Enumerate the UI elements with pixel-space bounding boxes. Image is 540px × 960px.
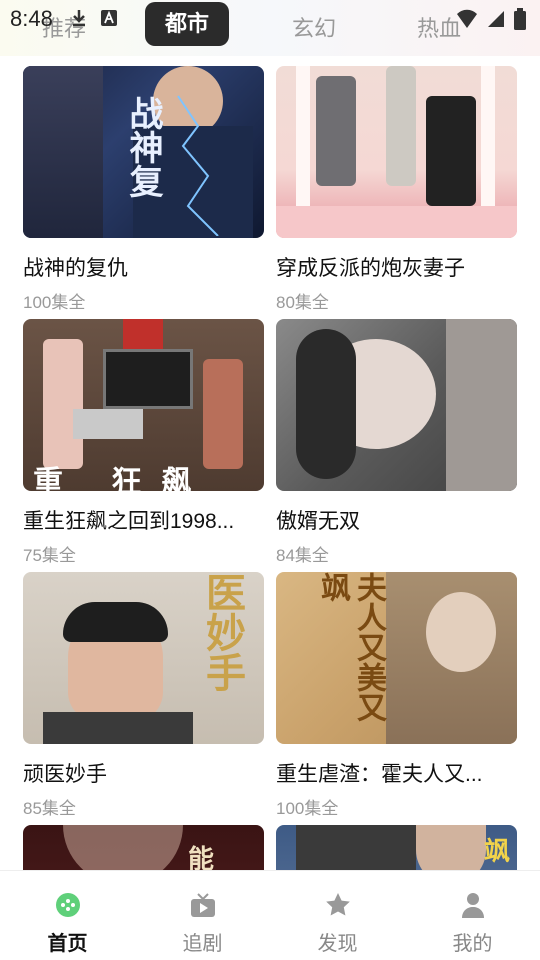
nav-following-label: 追剧 <box>182 933 223 955</box>
user-icon <box>461 893 484 918</box>
drama-title[interactable]: 傲婿无双 <box>276 505 517 535</box>
episode-count: 85集全 <box>23 799 76 818</box>
poster-text: 医妙手 <box>200 572 244 692</box>
battery-icon <box>514 8 526 30</box>
wifi-icon <box>457 9 477 28</box>
episode-count: 84集全 <box>276 546 329 565</box>
signal-icon <box>488 11 504 27</box>
download-icon <box>73 10 85 27</box>
nav-home[interactable]: 首页 <box>0 871 135 960</box>
nav-profile-label: 我的 <box>452 933 493 955</box>
drama-card[interactable]: 穿成反派的炮灰妻子 80集全 <box>276 66 517 313</box>
drama-poster[interactable]: 夫人又美又飒 <box>276 572 517 744</box>
episode-count: 100集全 <box>276 799 339 818</box>
status-bar: 8:48 <box>0 0 540 36</box>
drama-card[interactable]: 战神复 战神的复仇 100集全 <box>23 66 264 313</box>
poster-text: 重 狂飙 <box>33 466 212 491</box>
drama-title[interactable]: 重生虐渣：霍夫人又... <box>276 758 517 788</box>
drama-card[interactable]: 傲婿无双 84集全 <box>276 319 517 566</box>
nav-following[interactable]: 追剧 <box>135 871 270 960</box>
poster-text: 夫人又美又飒 <box>316 572 385 722</box>
nav-home-label: 首页 <box>47 933 88 955</box>
nav-discover-label: 发现 <box>317 933 358 955</box>
drama-title[interactable]: 穿成反派的炮灰妻子 <box>276 252 517 282</box>
status-time: 8:48 <box>10 6 53 31</box>
drama-title[interactable]: 重生狂飙之回到1998... <box>23 505 264 535</box>
drama-poster[interactable]: 能 <box>23 825 264 870</box>
drama-grid: 战神复 战神的复仇 100集全 穿成反派的炮灰妻子 80集全 重 狂飙 重生狂飙… <box>0 66 540 870</box>
drama-poster[interactable]: 飒 <box>276 825 517 870</box>
drama-card[interactable]: 能 <box>23 825 264 870</box>
nav-discover[interactable]: 发现 <box>270 871 405 960</box>
home-icon <box>55 893 80 917</box>
drama-poster[interactable] <box>276 319 517 491</box>
drama-poster[interactable]: 战神复 <box>23 66 264 238</box>
drama-card[interactable]: 重 狂飙 重生狂飙之回到1998... 75集全 <box>23 319 264 566</box>
drama-card[interactable]: 飒 <box>276 825 517 870</box>
drama-title[interactable]: 顽医妙手 <box>23 758 264 788</box>
tv-icon <box>190 893 215 917</box>
nav-profile[interactable]: 我的 <box>405 871 540 960</box>
drama-poster[interactable]: 医妙手 <box>23 572 264 744</box>
poster-text: 飒 <box>484 836 511 866</box>
episode-count: 100集全 <box>23 293 86 312</box>
poster-text: 战神复 <box>124 96 162 198</box>
drama-poster[interactable]: 重 狂飙 <box>23 319 264 491</box>
episode-count: 80集全 <box>276 293 329 312</box>
episode-count: 75集全 <box>23 546 76 565</box>
drama-card[interactable]: 医妙手 顽医妙手 85集全 <box>23 572 264 819</box>
drama-card[interactable]: 夫人又美又飒 重生虐渣：霍夫人又... 100集全 <box>276 572 517 819</box>
bottom-navigation: 首页 追剧 发现 我的 <box>0 870 540 960</box>
keyboard-a-icon <box>101 10 117 26</box>
poster-text: 能 <box>188 844 215 870</box>
drama-title[interactable]: 战神的复仇 <box>23 252 264 282</box>
star-icon <box>325 893 350 916</box>
drama-poster[interactable] <box>276 66 517 238</box>
